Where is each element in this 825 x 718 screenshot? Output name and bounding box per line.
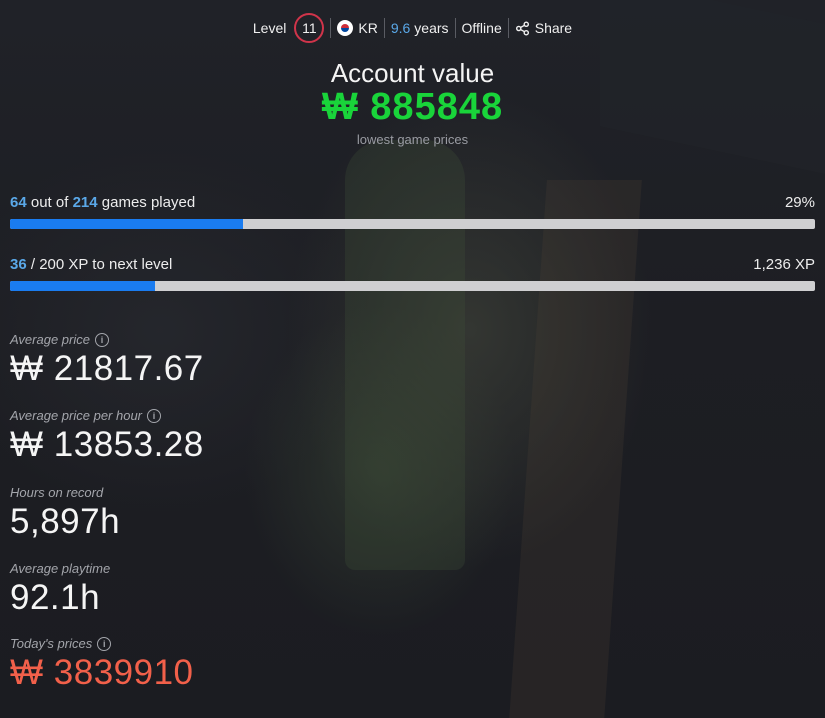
average-price-value: ₩ 21817.67 [10,349,204,388]
country-segment: KR [331,17,383,39]
average-price-label: Average price i [10,332,109,347]
games-total-count: 214 [72,194,98,211]
korea-flag-icon [337,20,354,36]
account-value-amount: ₩ 885848 [321,86,504,128]
xp-total: 1,236 XP [753,256,815,273]
todays-prices-label-text: Today's prices [10,636,93,651]
country-code: KR [358,20,378,36]
level-badge: 11 [294,13,325,43]
xp-text: 36 / 200 XP to next level [10,256,172,273]
xp-current: 36 [10,256,27,273]
level-label: Level [252,20,287,36]
status-segment: Offline [456,17,508,39]
average-price-label-text: Average price [10,332,90,347]
info-icon[interactable]: i [94,332,109,347]
account-age-segment: 9.6 years [385,17,455,39]
level-segment: Level 11 [247,13,330,43]
games-played-text: 64 out of 214 games played [10,194,195,211]
hours-on-record-value: 5,897h [10,502,121,541]
todays-prices-value: ₩ 3839910 [10,653,194,692]
average-price-per-hour-label: Average price per hour i [10,408,162,423]
average-playtime-value: 92.1h [10,578,101,617]
xp-rest: / 200 XP to next level [30,256,173,273]
average-price-per-hour-label-text: Average price per hour [10,408,143,423]
account-age-unit: years [414,20,449,36]
account-age-value: 9.6 [390,20,411,36]
average-playtime-label-text: Average playtime [10,561,111,576]
account-summary: Level 11 KR 9.6 years Offline Share Acco… [0,0,825,718]
xp-progress-fill [10,281,155,291]
profile-meta-bar: Level 11 KR 9.6 years Offline Share [0,13,825,43]
games-played-progress-bar [10,219,815,229]
hours-on-record-label-text: Hours on record [10,485,104,500]
games-played-percent: 29% [784,194,815,211]
online-status: Offline [461,20,502,36]
xp-progress-bar [10,281,815,291]
share-button[interactable]: Share [509,17,578,39]
share-label: Share [534,20,573,36]
hours-on-record-label: Hours on record [10,485,103,500]
xp-row: 36 / 200 XP to next level 1,236 XP [10,256,815,273]
games-played-mid: out of [30,194,69,211]
info-icon[interactable]: i [147,408,162,423]
games-played-suffix: games played [101,194,196,211]
average-price-per-hour-value: ₩ 13853.28 [10,425,204,464]
todays-prices-label: Today's prices i [10,636,112,651]
account-value-title: Account value [330,58,495,88]
average-playtime-label: Average playtime [10,561,110,576]
games-played-count: 64 [10,194,27,211]
games-played-row: 64 out of 214 games played 29% [10,194,815,211]
info-icon[interactable]: i [97,636,112,651]
account-value-subtitle: lowest game prices [356,132,469,147]
games-played-progress-fill [10,219,244,229]
share-icon [515,21,530,36]
